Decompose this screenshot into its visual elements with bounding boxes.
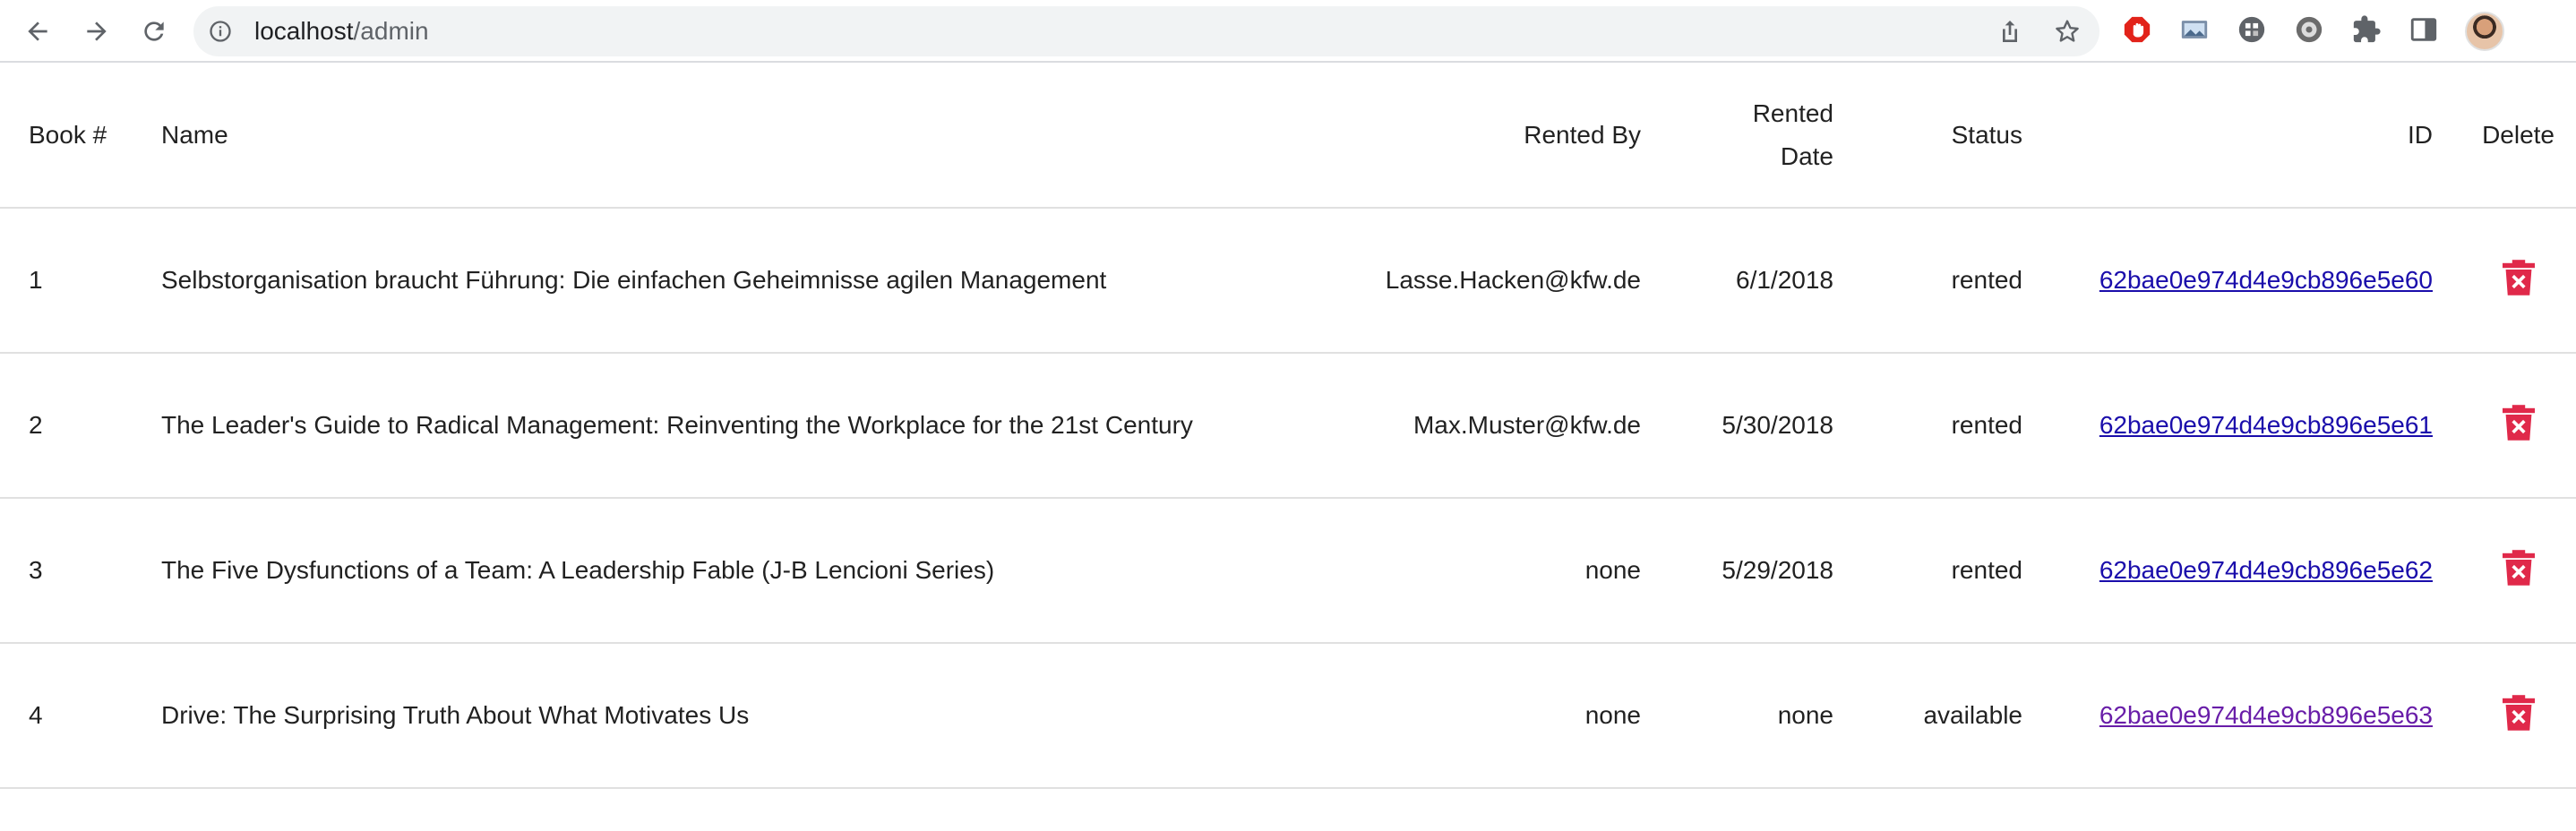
rented-by-cell: none: [1344, 643, 1670, 789]
id-link[interactable]: 62bae0e974d4e9cb896e5e62: [2099, 556, 2433, 584]
trash-icon: [2503, 404, 2535, 441]
rented-date-cell: 5/29/2018: [1670, 498, 1862, 644]
adblock-extension-icon[interactable]: [2121, 13, 2153, 46]
back-arrow-icon[interactable]: [21, 15, 54, 47]
rented-by-cell: Lasse.Hacken@kfw.de: [1344, 208, 1670, 354]
delete-button[interactable]: [2497, 401, 2540, 444]
share-icon[interactable]: [1996, 17, 2024, 46]
status-cell: available: [1862, 643, 2051, 789]
book-number-cell: 2: [0, 353, 133, 499]
image-extension-icon[interactable]: [2178, 13, 2211, 46]
side-panel-icon[interactable]: [2408, 13, 2440, 46]
header-id: ID: [2051, 63, 2461, 209]
delete-button[interactable]: [2497, 256, 2540, 299]
extensions-puzzle-icon[interactable]: [2350, 13, 2383, 46]
id-cell: 62bae0e974d4e9cb896e5e63: [2051, 643, 2461, 789]
book-name-cell: The Five Dysfunctions of a Team: A Leade…: [133, 498, 1344, 644]
header-status: Status: [1862, 63, 2051, 209]
id-link[interactable]: 62bae0e974d4e9cb896e5e61: [2099, 411, 2433, 439]
grid-extension-icon[interactable]: [2236, 13, 2268, 46]
bookmark-star-icon[interactable]: [2053, 17, 2082, 46]
book-number-cell: 1: [0, 208, 133, 354]
header-name: Name: [133, 63, 1344, 209]
table-row: 3 The Five Dysfunctions of a Team: A Lea…: [0, 498, 2576, 644]
url-path: /admin: [353, 17, 429, 45]
table-row: 4 Drive: The Surprising Truth About What…: [0, 643, 2576, 789]
forward-arrow-icon[interactable]: [81, 15, 113, 47]
book-name-cell: The Leader's Guide to Radical Management…: [133, 353, 1344, 499]
reload-icon[interactable]: [138, 15, 170, 47]
id-cell: 62bae0e974d4e9cb896e5e60: [2051, 208, 2461, 354]
book-name-cell: Selbstorganisation braucht Führung: Die …: [133, 208, 1344, 354]
url-text: localhost/admin: [254, 6, 429, 56]
status-cell: rented: [1862, 208, 2051, 354]
id-link[interactable]: 62bae0e974d4e9cb896e5e63: [2099, 701, 2433, 729]
site-info-icon[interactable]: [208, 19, 233, 44]
url-host: localhost: [254, 17, 354, 45]
status-cell: rented: [1862, 498, 2051, 644]
book-name-cell: Drive: The Surprising Truth About What M…: [133, 643, 1344, 789]
delete-cell: [2461, 208, 2576, 354]
table-header-row: Book # Name Rented By Rented Date Status…: [0, 63, 2576, 209]
header-book-number: Book #: [0, 63, 133, 209]
delete-button[interactable]: [2497, 691, 2540, 734]
delete-button[interactable]: [2497, 546, 2540, 589]
delete-cell: [2461, 643, 2576, 789]
books-table: Book # Name Rented By Rented Date Status…: [0, 63, 2576, 789]
book-number-cell: 4: [0, 643, 133, 789]
rented-date-cell: none: [1670, 643, 1862, 789]
header-delete: Delete: [2461, 63, 2576, 209]
header-rented-date: Rented Date: [1670, 63, 1862, 209]
delete-cell: [2461, 353, 2576, 499]
media-extension-icon[interactable]: [2293, 13, 2325, 46]
table-row: 2 The Leader's Guide to Radical Manageme…: [0, 353, 2576, 499]
trash-icon: [2503, 694, 2535, 731]
address-bar[interactable]: localhost/admin: [193, 6, 2099, 56]
trash-icon: [2503, 259, 2535, 296]
book-number-cell: 3: [0, 498, 133, 644]
rented-date-cell: 5/30/2018: [1670, 353, 1862, 499]
status-cell: rented: [1862, 353, 2051, 499]
id-link[interactable]: 62bae0e974d4e9cb896e5e60: [2099, 266, 2433, 294]
rented-date-cell: 6/1/2018: [1670, 208, 1862, 354]
trash-icon: [2503, 549, 2535, 586]
rented-by-cell: Max.Muster@kfw.de: [1344, 353, 1670, 499]
id-cell: 62bae0e974d4e9cb896e5e62: [2051, 498, 2461, 644]
delete-cell: [2461, 498, 2576, 644]
rented-by-cell: none: [1344, 498, 1670, 644]
header-rented-by: Rented By: [1344, 63, 1670, 209]
profile-avatar[interactable]: [2465, 12, 2504, 51]
table-row: 1 Selbstorganisation braucht Führung: Di…: [0, 208, 2576, 354]
id-cell: 62bae0e974d4e9cb896e5e61: [2051, 353, 2461, 499]
books-table-container: Book # Name Rented By Rented Date Status…: [0, 63, 2576, 789]
browser-toolbar: localhost/admin: [0, 0, 2576, 63]
